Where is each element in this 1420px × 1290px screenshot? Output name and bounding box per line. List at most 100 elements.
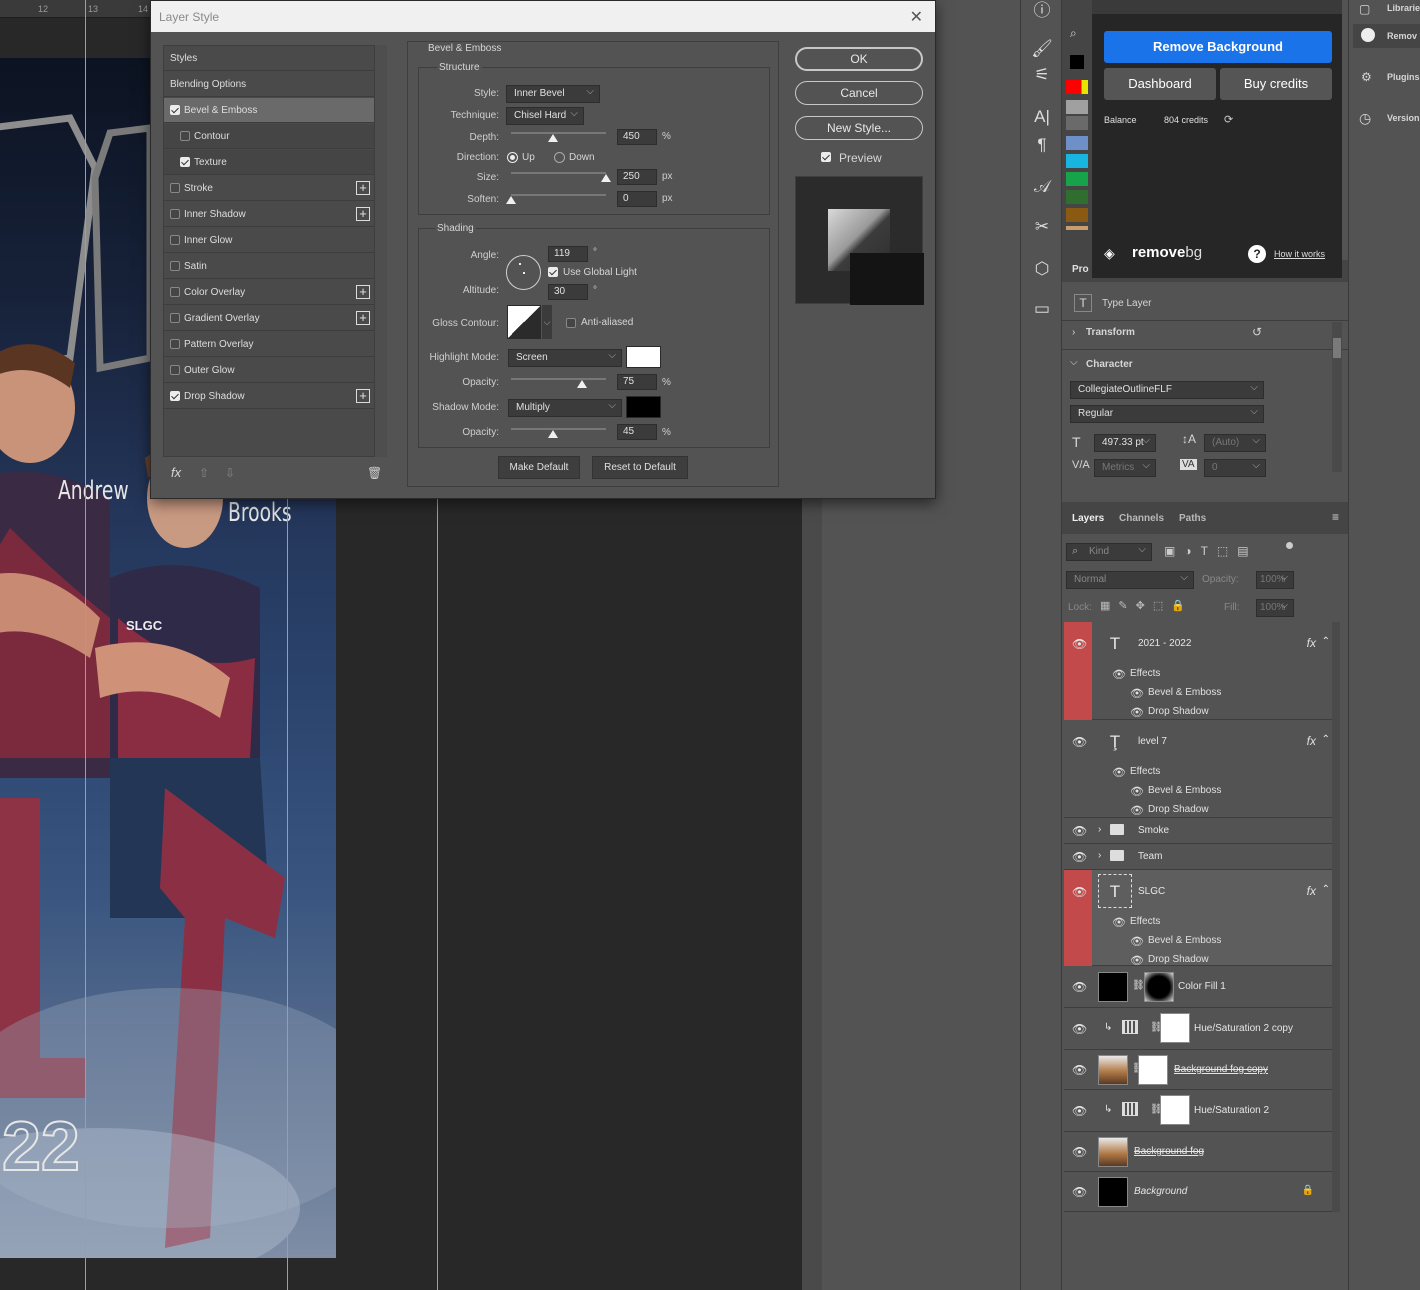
libraries-icon[interactable]: ▢: [1359, 2, 1370, 16]
filter-toggle-icon[interactable]: [1286, 542, 1293, 549]
global-light-checkbox[interactable]: [548, 267, 558, 277]
style-checkbox[interactable]: [170, 339, 180, 349]
style-item-inner-glow[interactable]: Inner Glow: [164, 228, 374, 253]
dashboard-button[interactable]: Dashboard: [1104, 68, 1216, 100]
libraries-label[interactable]: Librarie: [1387, 3, 1420, 13]
layer-row[interactable]: 👁 Tfx ⌃ 2021 - 2022 👁 Effects 👁 Bevel & Emboss 👁…: [1064, 622, 1332, 720]
style-checkbox[interactable]: [170, 365, 180, 375]
gloss-contour-picker[interactable]: [507, 305, 541, 339]
chevron-right-icon[interactable]: ›: [1098, 824, 1101, 835]
swatch-tan[interactable]: [1066, 226, 1088, 230]
help-icon[interactable]: ?: [1248, 245, 1266, 263]
preview-checkbox[interactable]: [821, 152, 831, 162]
reset-icon[interactable]: ↺: [1252, 325, 1262, 339]
chevron-up-icon[interactable]: ⌃: [1322, 734, 1330, 745]
eye-icon[interactable]: 👁: [1072, 886, 1087, 898]
plugins-icon[interactable]: ⚙: [1361, 70, 1372, 84]
effect-bevel-emboss[interactable]: Bevel & Emboss: [1148, 935, 1221, 946]
remove-background-button[interactable]: Remove Background: [1104, 31, 1332, 63]
swatch-black[interactable]: [1070, 55, 1084, 69]
eye-icon[interactable]: 👁: [1072, 1186, 1087, 1198]
eye-icon[interactable]: 👁: [1072, 1105, 1087, 1117]
style-item-stroke[interactable]: Stroke +: [164, 176, 374, 201]
properties-tab[interactable]: Pro: [1072, 264, 1089, 275]
style-item-satin[interactable]: Satin: [164, 254, 374, 279]
swatch-brown[interactable]: [1066, 208, 1088, 222]
style-checkbox[interactable]: [180, 131, 190, 141]
style-item-color-overlay[interactable]: Color Overlay +: [164, 280, 374, 305]
eye-icon[interactable]: 👁: [1072, 1023, 1087, 1035]
layer-name[interactable]: Smoke: [1138, 825, 1169, 836]
effect-bevel-emboss[interactable]: Bevel & Emboss: [1148, 785, 1221, 796]
leading-select[interactable]: (Auto): [1204, 433, 1266, 452]
fx-icon[interactable]: fx: [1307, 636, 1316, 650]
styles-scrollbar[interactable]: [375, 45, 387, 457]
character-icon[interactable]: A|: [1031, 106, 1053, 128]
tools-icon[interactable]: ✂: [1031, 216, 1053, 238]
style-item-drop-shadow[interactable]: Drop Shadow +: [164, 384, 374, 409]
styles-header[interactable]: Styles: [164, 46, 374, 71]
layer-name[interactable]: SLGC: [1138, 886, 1165, 897]
move-up-icon[interactable]: ⇧: [199, 466, 209, 480]
shadow-opacity-input[interactable]: 45: [617, 424, 657, 440]
chevron-down-icon[interactable]: ⌵: [542, 305, 552, 339]
chevron-right-icon[interactable]: ›: [1072, 327, 1075, 338]
layer-row[interactable]: 👁 🔒 Background: [1064, 1172, 1332, 1212]
style-checkbox[interactable]: [170, 235, 180, 245]
shadow-opacity-thumb[interactable]: [548, 430, 558, 438]
layer-name[interactable]: Background fog copy: [1174, 1064, 1268, 1075]
close-icon[interactable]: ✕: [910, 7, 923, 27]
style-checkbox[interactable]: [170, 391, 180, 401]
lock-icons[interactable]: ▦✎✥⬚🔒: [1100, 599, 1193, 612]
swatch-cyan[interactable]: [1066, 154, 1088, 168]
style-checkbox[interactable]: [170, 183, 180, 193]
cancel-button[interactable]: Cancel: [795, 81, 923, 105]
anti-aliased-checkbox[interactable]: [566, 318, 576, 328]
effect-drop-shadow[interactable]: Drop Shadow: [1148, 706, 1209, 717]
style-item-pattern-overlay[interactable]: Pattern Overlay: [164, 332, 374, 357]
layer-row[interactable]: 👁 Tfx ⌃ SLGC 👁 Effects 👁 Bevel & Emboss 👁 Drop Sh…: [1064, 870, 1332, 967]
layer-row[interactable]: 👁 Background fog: [1064, 1132, 1332, 1172]
style-item-outer-glow[interactable]: Outer Glow: [164, 358, 374, 383]
ok-button[interactable]: OK: [795, 47, 923, 71]
brush-settings-icon[interactable]: 🖌: [1031, 38, 1053, 60]
fill-input[interactable]: 100%: [1256, 598, 1294, 617]
style-item-bevel-emboss[interactable]: Bevel & Emboss: [164, 98, 374, 123]
search-icon[interactable]: ⌕: [1070, 26, 1077, 41]
tab-paths[interactable]: Paths: [1179, 513, 1206, 524]
tab-layers[interactable]: Layers: [1072, 513, 1104, 524]
how-it-works-link[interactable]: How it works: [1274, 249, 1325, 259]
add-effect-icon[interactable]: +: [356, 285, 370, 299]
highlight-opacity-input[interactable]: 75: [617, 374, 657, 390]
tracking-select[interactable]: 0: [1204, 458, 1266, 477]
soften-input[interactable]: 0: [617, 191, 657, 207]
style-checkbox[interactable]: [170, 209, 180, 219]
info-icon[interactable]: ⓘ: [1031, 0, 1053, 22]
technique-select[interactable]: Chisel Hard: [506, 106, 584, 125]
layer-row[interactable]: 👁⛓Background fog copy: [1064, 1050, 1332, 1090]
remove-label[interactable]: Remov: [1387, 31, 1417, 41]
blend-mode-select[interactable]: Normal: [1066, 570, 1194, 589]
direction-up-radio[interactable]: [507, 152, 518, 163]
layer-row[interactable]: 👁 Ţfx ⌃ level 7 👁 Effects 👁 Bevel & Emboss 👁 Drop…: [1064, 720, 1332, 818]
add-effect-icon[interactable]: +: [356, 181, 370, 195]
eye-icon[interactable]: 👁: [1130, 935, 1144, 948]
layer-name[interactable]: Hue/Saturation 2 copy: [1194, 1023, 1293, 1034]
size-slider[interactable]: [511, 172, 606, 174]
style-item-texture[interactable]: Texture: [164, 150, 374, 175]
chevron-up-icon[interactable]: ⌃: [1322, 636, 1330, 647]
style-checkbox[interactable]: [170, 105, 180, 115]
make-default-button[interactable]: Make Default: [498, 456, 580, 479]
style-checkbox[interactable]: [170, 313, 180, 323]
transform-header[interactable]: Transform: [1086, 327, 1135, 338]
swatch-gray[interactable]: [1066, 100, 1088, 114]
size-input[interactable]: 250: [617, 169, 657, 185]
size-slider-thumb[interactable]: [601, 174, 611, 182]
eye-icon[interactable]: 👁: [1072, 851, 1087, 863]
kerning-select[interactable]: Metrics: [1094, 458, 1156, 477]
chevron-down-icon[interactable]: ⌵: [1070, 357, 1078, 368]
swatch-darkgray[interactable]: [1066, 116, 1088, 130]
font-family-select[interactable]: CollegiateOutlineFLF: [1070, 380, 1264, 399]
layer-name[interactable]: Color Fill 1: [1178, 981, 1226, 992]
style-checkbox[interactable]: [170, 261, 180, 271]
